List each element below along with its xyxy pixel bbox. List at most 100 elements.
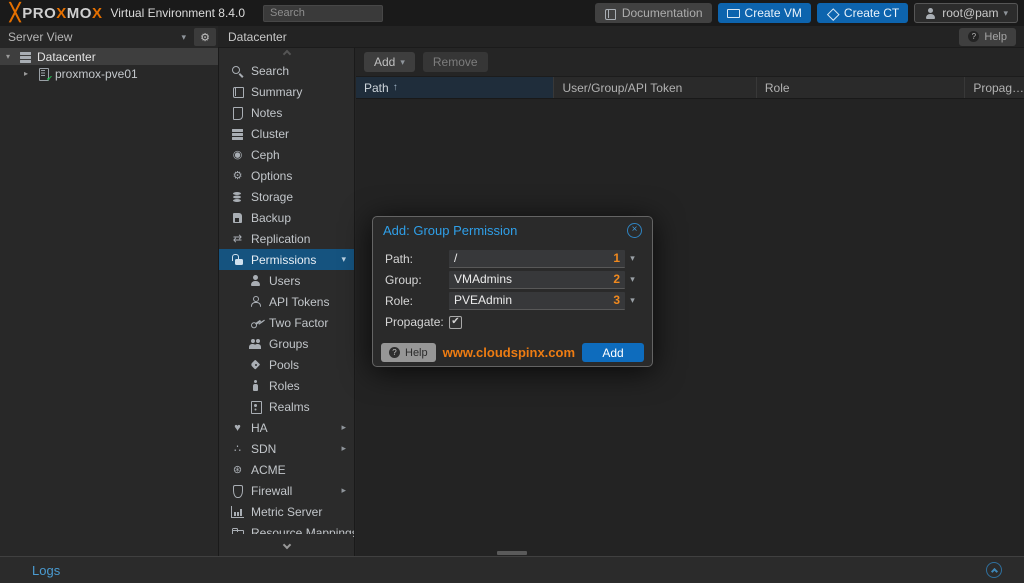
- menu-item-ceph[interactable]: ◉Ceph: [219, 144, 354, 165]
- group-icon: [249, 338, 262, 350]
- add-button[interactable]: Add▾: [364, 52, 415, 72]
- chevron-right-icon: ▸: [341, 485, 346, 496]
- watermark-text: www.cloudspinx.com: [443, 345, 575, 360]
- chevron-down-icon[interactable]: ▾: [625, 253, 640, 264]
- chevron-right-icon: ▸: [341, 422, 346, 433]
- datacenter-menu: Search Summary Notes Cluster ◉Ceph ⚙Opti…: [218, 48, 355, 556]
- menu-item-acme[interactable]: ⊛ACME: [219, 459, 354, 480]
- menu-item-firewall[interactable]: Firewall▸: [219, 480, 354, 501]
- dialog-title: Add: Group Permission: [383, 223, 517, 238]
- close-icon[interactable]: ×: [627, 223, 642, 238]
- certificate-icon: ⊛: [231, 464, 244, 476]
- menu-item-realms[interactable]: Realms: [219, 396, 354, 417]
- menu-item-two-factor[interactable]: Two Factor: [219, 312, 354, 333]
- bar-chart-icon: [231, 506, 244, 518]
- menu-item-metric-server[interactable]: Metric Server: [219, 501, 354, 522]
- menu-item-groups[interactable]: Groups: [219, 333, 354, 354]
- top-header-bar: ╳ PROXMOX Virtual Environment 8.4.0 Docu…: [0, 0, 1024, 26]
- user-outline-icon: [249, 296, 262, 308]
- tree-item-node[interactable]: ▸ ✔ proxmox-pve01: [0, 65, 218, 82]
- propagate-row: Propagate: ✔: [385, 311, 640, 333]
- chevron-down-icon[interactable]: ▾: [625, 295, 640, 306]
- group-field-label: Group:: [385, 273, 449, 287]
- logs-splitter-handle[interactable]: [497, 551, 527, 555]
- datacenter-icon: [19, 51, 32, 63]
- gear-icon: ⚙: [200, 31, 210, 44]
- user-icon: [924, 7, 937, 19]
- chevron-down-icon: ▾: [400, 57, 405, 68]
- menu-scroll-up[interactable]: [220, 48, 353, 60]
- menu-item-users[interactable]: Users: [219, 270, 354, 291]
- dialog-help-button[interactable]: ?Help: [381, 343, 436, 362]
- check-icon: ✔: [451, 317, 459, 327]
- dialog-header[interactable]: Add: Group Permission ×: [373, 217, 652, 244]
- dialog-add-button[interactable]: Add: [582, 343, 644, 362]
- resource-tree: ▾ Datacenter ▸ ✔ proxmox-pve01: [0, 48, 218, 556]
- menu-item-notes[interactable]: Notes: [219, 102, 354, 123]
- menu-item-api-tokens[interactable]: API Tokens: [219, 291, 354, 312]
- step-marker-2: 2: [613, 272, 620, 286]
- proxmox-logo: ╳ PROXMOX: [10, 4, 102, 22]
- proxmox-app-window: ╳ PROXMOX Virtual Environment 8.4.0 Docu…: [0, 0, 1024, 583]
- path-combo[interactable]: /1: [449, 250, 625, 268]
- view-selector-value: Server View: [8, 30, 72, 44]
- menu-item-backup[interactable]: Backup: [219, 207, 354, 228]
- tree-toolbar: Server View ▾ ⚙: [0, 26, 218, 48]
- propagate-label: Propagate:: [385, 315, 449, 329]
- person-icon: [249, 380, 262, 392]
- path-field-row: Path: /1 ▾: [385, 248, 640, 269]
- tree-settings-button[interactable]: ⚙: [194, 28, 216, 46]
- create-ct-button[interactable]: Create CT: [817, 3, 908, 23]
- tag-icon: [249, 359, 262, 371]
- column-header-propagate[interactable]: Propag…: [965, 77, 1024, 98]
- group-field-row: Group: VMAdmins2 ▾: [385, 269, 640, 290]
- path-field-label: Path:: [385, 252, 449, 266]
- tree-item-datacenter[interactable]: ▾ Datacenter: [0, 48, 218, 65]
- proxmox-x-logo-icon: ╳: [10, 4, 20, 21]
- server-stack-icon: [231, 128, 244, 140]
- menu-item-storage[interactable]: Storage: [219, 186, 354, 207]
- group-combo[interactable]: VMAdmins2: [449, 271, 625, 289]
- tree-item-label: proxmox-pve01: [55, 67, 138, 81]
- column-header-user-group-api-token[interactable]: User/Group/API Token: [554, 77, 756, 98]
- menu-item-cluster[interactable]: Cluster: [219, 123, 354, 144]
- menu-item-sdn[interactable]: ∴SDN▸: [219, 438, 354, 459]
- remove-button[interactable]: Remove: [423, 52, 488, 72]
- menu-item-ha[interactable]: ♥HA▸: [219, 417, 354, 438]
- network-icon: ∴: [231, 443, 244, 455]
- panel-help-button[interactable]: ?Help: [959, 28, 1016, 46]
- menu-item-options[interactable]: ⚙Options: [219, 165, 354, 186]
- user-menu-button[interactable]: root@pam▾: [914, 3, 1018, 23]
- add-group-permission-dialog: Add: Group Permission × Path: /1 ▾ Group…: [372, 216, 653, 367]
- expand-logs-icon[interactable]: [986, 562, 1002, 578]
- create-vm-button[interactable]: Create VM: [718, 3, 811, 23]
- role-field-label: Role:: [385, 294, 449, 308]
- gear-icon: ⚙: [231, 170, 244, 182]
- sort-asc-icon: ↑: [393, 82, 398, 93]
- documentation-button[interactable]: Documentation: [595, 3, 712, 23]
- logs-label: Logs: [32, 563, 60, 578]
- menu-item-pools[interactable]: Pools: [219, 354, 354, 375]
- menu-item-replication[interactable]: ⇄Replication: [219, 228, 354, 249]
- menu-scroll-down[interactable]: [220, 534, 353, 556]
- menu-item-roles[interactable]: Roles: [219, 375, 354, 396]
- grid-toolbar: Add▾ Remove: [356, 48, 1024, 76]
- logs-bar[interactable]: Logs: [0, 556, 1024, 583]
- menu-item-summary[interactable]: Summary: [219, 81, 354, 102]
- panel-header: Datacenter ?Help: [218, 26, 1024, 48]
- menu-item-permissions[interactable]: Permissions▾: [219, 249, 354, 270]
- propagate-checkbox[interactable]: ✔: [449, 316, 462, 329]
- chevron-down-icon: ▾: [341, 254, 346, 265]
- monitor-icon: [727, 7, 740, 19]
- column-header-role[interactable]: Role: [757, 77, 965, 98]
- menu-item-search[interactable]: Search: [219, 60, 354, 81]
- chevron-down-icon: ▾: [6, 52, 14, 61]
- view-selector-combo[interactable]: Server View ▾: [0, 26, 194, 48]
- chevron-down-icon[interactable]: ▾: [625, 274, 640, 285]
- tree-item-label: Datacenter: [37, 50, 96, 64]
- chevron-up-icon: [990, 567, 997, 574]
- global-search-input[interactable]: [263, 5, 383, 22]
- role-combo[interactable]: PVEAdmin3: [449, 292, 625, 310]
- header-actions: Documentation Create VM Create CT root@p…: [595, 3, 1018, 23]
- column-header-path[interactable]: Path↑: [356, 77, 554, 98]
